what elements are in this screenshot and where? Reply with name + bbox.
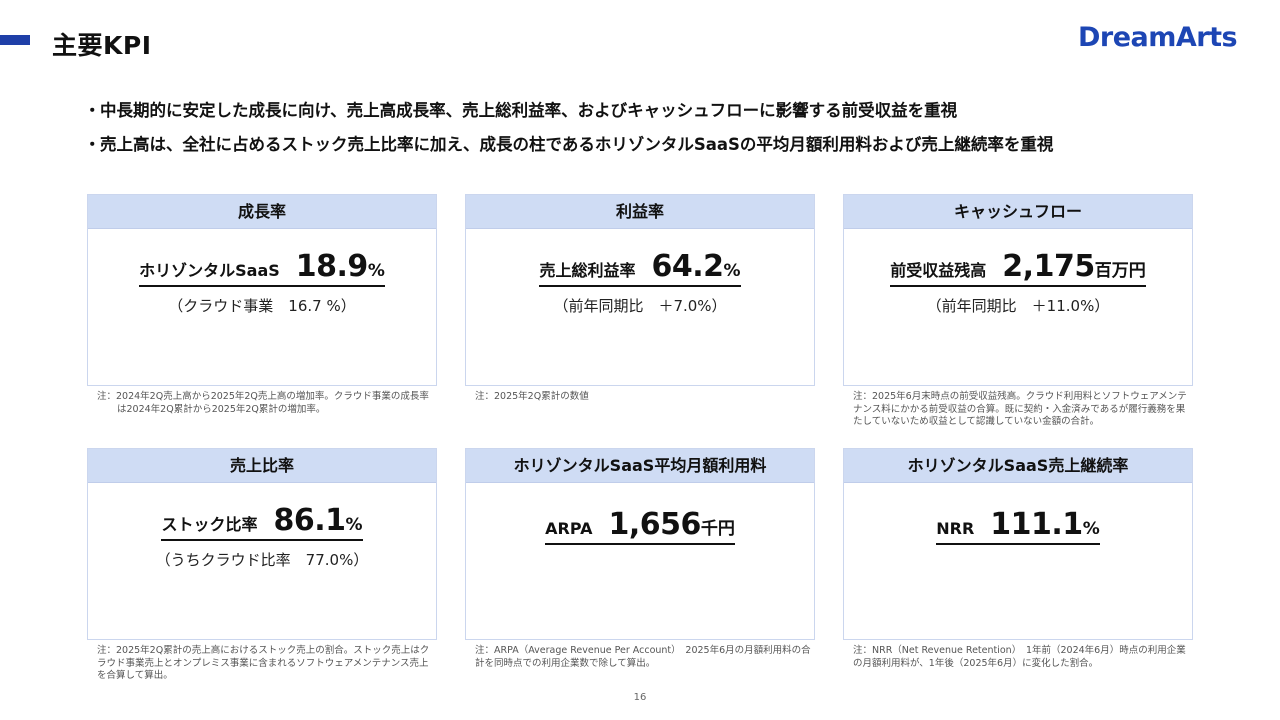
kpi-subtext: （クラウド事業 16.7 %）	[168, 297, 356, 315]
kpi-unit: %	[1082, 519, 1100, 539]
kpi-card-stock-ratio: 売上比率 ストック比率 86.1% （うちクラウド比率 77.0%）	[87, 448, 437, 640]
kpi-value: 2,175	[1002, 249, 1095, 284]
kpi-subtext: （前年同期比 ＋7.0%）	[553, 297, 727, 315]
bullet-marker: ・	[84, 101, 101, 120]
kpi-label: NRR	[936, 519, 975, 538]
kpi-label: ストック比率	[161, 515, 258, 534]
kpi-card-arpa: ホリゾンタルSaaS平均月額利用料 ARPA 1,656千円	[465, 448, 815, 640]
bullet-text: 中長期的に安定した成長に向け、売上高成長率、売上総利益率、およびキャッシュフロー…	[100, 101, 958, 120]
bullet-item: ・中長期的に安定した成長に向け、売上高成長率、売上総利益率、およびキャッシュフロ…	[84, 94, 1053, 128]
card-header: キャッシュフロー	[844, 195, 1192, 229]
kpi-metric: ストック比率 86.1%	[88, 503, 436, 541]
card-header: 成長率	[88, 195, 436, 229]
kpi-metric: ホリゾンタルSaaS 18.9%	[88, 249, 436, 287]
card-header: ホリゾンタルSaaS平均月額利用料	[466, 449, 814, 483]
kpi-note: 注：NRR（Net Revenue Retention） 1年前（2024年6月…	[853, 645, 1186, 669]
kpi-subtext: （前年同期比 ＋11.0%）	[926, 297, 1110, 315]
kpi-value: 1,656	[608, 507, 701, 542]
kpi-subtext: （うちクラウド比率 77.0%）	[155, 551, 369, 569]
bullet-marker: ・	[84, 135, 101, 154]
kpi-card-nrr: ホリゾンタルSaaS売上継続率 NRR 111.1%	[843, 448, 1193, 640]
kpi-unit: 千円	[700, 519, 735, 539]
kpi-unit: %	[367, 261, 385, 281]
kpi-note: 注：2025年2Q累計の数値	[475, 391, 589, 402]
company-logo: DreamArts	[1078, 22, 1238, 53]
kpi-label: ホリゾンタルSaaS	[139, 261, 280, 280]
bullet-item: ・売上高は、全社に占めるストック売上比率に加え、成長の柱であるホリゾンタルSaa…	[84, 128, 1053, 162]
title-accent-bar	[0, 35, 30, 45]
kpi-metric: 売上総利益率 64.2%	[466, 249, 814, 287]
kpi-value: 111.1	[990, 507, 1083, 542]
page-number: 16	[633, 692, 647, 703]
kpi-label: ARPA	[545, 519, 593, 538]
kpi-note: 注：2025年2Q累計の売上高におけるストック売上の割合。ストック売上はクラウド…	[97, 645, 430, 681]
kpi-metric: ARPA 1,656千円	[466, 507, 814, 545]
kpi-unit: 百万円	[1094, 261, 1146, 281]
kpi-card-growth: 成長率 ホリゾンタルSaaS 18.9% （クラウド事業 16.7 %）	[87, 194, 437, 386]
kpi-unit: %	[345, 515, 363, 535]
kpi-value: 64.2	[651, 249, 724, 284]
kpi-value: 18.9	[295, 249, 369, 284]
card-header: 売上比率	[88, 449, 436, 483]
kpi-label: 前受収益残高	[890, 261, 987, 280]
kpi-value: 86.1	[273, 503, 346, 538]
page-title: 主要KPI	[52, 31, 152, 60]
kpi-unit: %	[723, 261, 741, 281]
bullet-list: ・中長期的に安定した成長に向け、売上高成長率、売上総利益率、およびキャッシュフロ…	[84, 94, 1053, 162]
kpi-note: 注：ARPA（Average Revenue Per Account） 2025…	[475, 645, 811, 669]
card-header: ホリゾンタルSaaS売上継続率	[844, 449, 1192, 483]
kpi-note: 注：2024年2Q売上高から2025年2Q売上高の増加率。クラウド事業の成長率は…	[97, 391, 429, 415]
kpi-label: 売上総利益率	[539, 261, 636, 280]
kpi-metric: NRR 111.1%	[844, 507, 1192, 545]
bullet-text: 売上高は、全社に占めるストック売上比率に加え、成長の柱であるホリゾンタルSaaS…	[100, 135, 1054, 154]
kpi-card-margin: 利益率 売上総利益率 64.2% （前年同期比 ＋7.0%）	[465, 194, 815, 386]
kpi-metric: 前受収益残高 2,175百万円	[844, 249, 1192, 287]
kpi-card-cashflow: キャッシュフロー 前受収益残高 2,175百万円 （前年同期比 ＋11.0%）	[843, 194, 1193, 386]
kpi-note: 注：2025年6月末時点の前受収益残高。クラウド利用料とソフトウェアメンテナンス…	[853, 391, 1187, 427]
card-header: 利益率	[466, 195, 814, 229]
